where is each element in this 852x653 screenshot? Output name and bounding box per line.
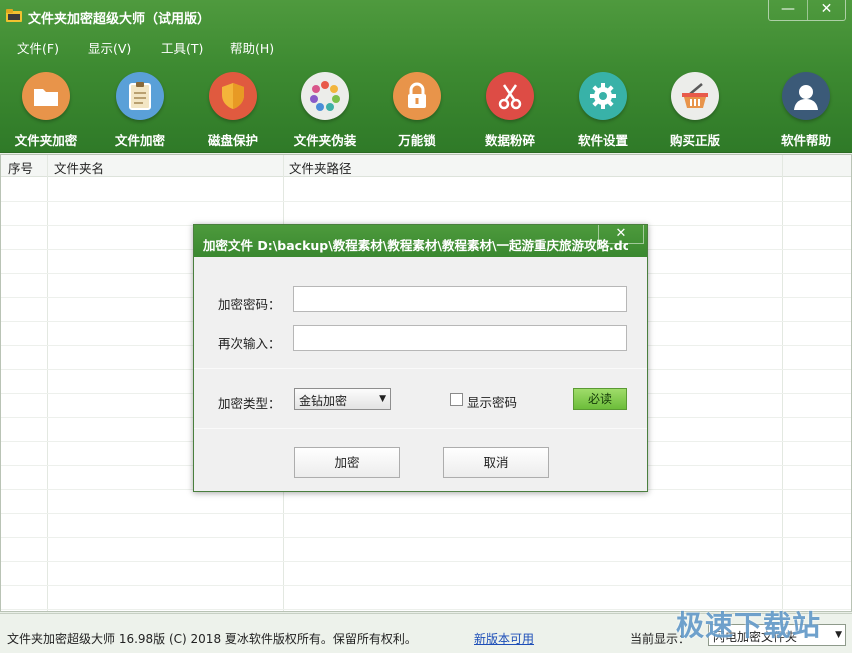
lock-icon bbox=[393, 72, 441, 120]
toolbar-file-encrypt-button[interactable]: 文件加密 bbox=[94, 68, 186, 150]
divider bbox=[194, 368, 647, 369]
close-button[interactable]: ✕ bbox=[807, 0, 845, 20]
divider bbox=[194, 428, 647, 429]
minimize-button[interactable]: — bbox=[769, 0, 807, 20]
copyright-text: 文件夹加密超级大师 16.98版 (C) 2018 夏冰软件版权所有。保留所有权… bbox=[7, 632, 417, 646]
app-header: 文件夹加密超级大师（试用版） — ✕ 文件(F) 显示(V) 工具(T) 帮助(… bbox=[0, 0, 852, 153]
encrypt-type-label: 加密类型： bbox=[218, 396, 281, 411]
toolbar-settings-button[interactable]: 软件设置 bbox=[557, 68, 649, 150]
column-divider bbox=[782, 155, 783, 611]
confirm-password-field[interactable] bbox=[293, 325, 627, 351]
column-header-index[interactable]: 序号 bbox=[8, 158, 33, 177]
menu-view[interactable]: 显示(V) bbox=[88, 38, 131, 57]
cancel-button[interactable]: 取消 bbox=[443, 447, 549, 478]
confirm-password-label: 再次输入： bbox=[218, 336, 281, 351]
chevron-down-icon: ▼ bbox=[835, 630, 842, 640]
menu-bar: 文件(F) 显示(V) 工具(T) 帮助(H) bbox=[0, 36, 400, 58]
table-row bbox=[1, 537, 851, 538]
new-version-link[interactable]: 新版本可用 bbox=[474, 630, 534, 647]
toolbar-folder-disguise-button[interactable]: 文件夹伪装 bbox=[279, 68, 371, 150]
show-password-checkbox[interactable] bbox=[450, 393, 463, 406]
title-bar: 文件夹加密超级大师（试用版） — ✕ bbox=[0, 0, 852, 32]
document-icon bbox=[116, 72, 164, 120]
toolbar-label: 购买正版 bbox=[669, 133, 720, 148]
dialog-title: 加密文件 D:\backup\教程素材\教程素材\教程素材\一起游重庆旅游攻略.… bbox=[203, 238, 628, 253]
menu-file[interactable]: 文件(F) bbox=[17, 38, 59, 57]
toolbar-data-shred-button[interactable]: 数据粉碎 bbox=[464, 68, 556, 150]
table-row bbox=[1, 201, 851, 202]
toolbar-label: 软件帮助 bbox=[780, 133, 831, 148]
toolbar-label: 数据粉碎 bbox=[484, 133, 535, 148]
toolbar-label: 文件夹伪装 bbox=[293, 133, 357, 148]
toolbar-universal-lock-button[interactable]: 万能锁 bbox=[371, 68, 463, 150]
column-header-folder-name[interactable]: 文件夹名 bbox=[54, 158, 104, 177]
app-title: 文件夹加密超级大师（试用版） bbox=[28, 12, 211, 27]
window-controls: — ✕ bbox=[768, 0, 846, 21]
watermark: 极速下载站 bbox=[676, 609, 822, 642]
menu-help[interactable]: 帮助(H) bbox=[230, 38, 274, 57]
column-header-folder-path[interactable]: 文件夹路径 bbox=[289, 158, 352, 177]
toolbar-label: 软件设置 bbox=[577, 133, 628, 148]
column-divider bbox=[47, 155, 48, 611]
gear-icon bbox=[579, 72, 627, 120]
must-read-button[interactable]: 必读 bbox=[573, 388, 627, 410]
menu-tools[interactable]: 工具(T) bbox=[161, 38, 203, 57]
toolbar-label: 磁盘保护 bbox=[207, 133, 258, 148]
toolbar-label: 文件加密 bbox=[114, 133, 165, 148]
table-row bbox=[1, 513, 851, 514]
show-password-label[interactable]: 显示密码 bbox=[467, 392, 517, 411]
toolbar-folder-encrypt-button[interactable]: 文件夹加密 bbox=[0, 68, 92, 150]
folder-icon bbox=[22, 72, 70, 120]
basket-icon bbox=[671, 72, 719, 120]
toolbar-label: 万能锁 bbox=[398, 133, 436, 148]
toolbar-buy-button[interactable]: 购买正版 bbox=[649, 68, 741, 150]
toolbar: 文件夹加密 文件加密 磁盘保护 文件夹伪装 万能锁 数据粉碎 软件设置 购买正版… bbox=[0, 68, 852, 150]
password-field[interactable] bbox=[293, 286, 627, 312]
app-logo-icon bbox=[6, 9, 22, 22]
table-row bbox=[1, 585, 851, 586]
toolbar-disk-protect-button[interactable]: 磁盘保护 bbox=[187, 68, 279, 150]
password-label: 加密密码： bbox=[218, 297, 281, 312]
scissors-icon bbox=[486, 72, 534, 120]
toolbar-help-button[interactable]: 软件帮助 bbox=[760, 68, 852, 150]
dialog-title-bar: 加密文件 D:\backup\教程素材\教程素材\教程素材\一起游重庆旅游攻略.… bbox=[194, 225, 647, 257]
table-header: 序号 文件夹名 文件夹路径 bbox=[1, 155, 851, 177]
encrypt-button[interactable]: 加密 bbox=[294, 447, 400, 478]
toolbar-label: 文件夹加密 bbox=[14, 133, 78, 148]
dialog-close-button[interactable]: ✕ bbox=[598, 225, 644, 244]
table-row bbox=[1, 561, 851, 562]
shield-icon bbox=[209, 72, 257, 120]
user-help-icon bbox=[782, 72, 830, 120]
color-wheel-icon bbox=[301, 72, 349, 120]
encrypt-type-select[interactable]: 金钻加密 ▼ bbox=[294, 388, 391, 410]
encrypt-file-dialog: 加密文件 D:\backup\教程素材\教程素材\教程素材\一起游重庆旅游攻略.… bbox=[193, 224, 648, 492]
chevron-down-icon: ▼ bbox=[379, 394, 386, 404]
encrypt-type-value: 金钻加密 bbox=[299, 394, 348, 408]
